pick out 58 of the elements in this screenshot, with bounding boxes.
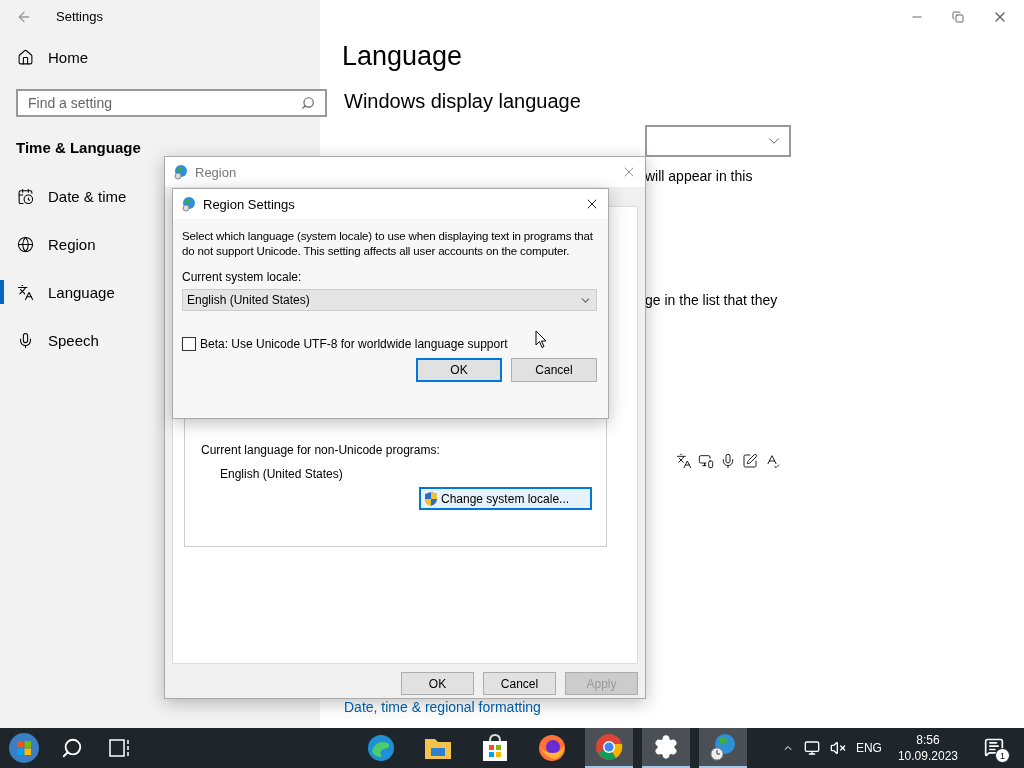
locale-value: English (United States) [220, 467, 344, 481]
globe-icon [17, 235, 34, 253]
display-icon [698, 453, 714, 469]
search-icon [301, 96, 315, 110]
microphone-icon [17, 331, 34, 349]
locale-label: Current system locale: [182, 270, 303, 284]
search-field[interactable]: Find a setting [16, 89, 327, 117]
dialog-title: Region Settings [203, 196, 295, 212]
notification-button[interactable]: 1 [982, 733, 1010, 763]
language-indicator[interactable]: ENG [855, 741, 882, 755]
chrome-circle-icon [594, 732, 624, 762]
language-dropdown[interactable] [645, 125, 791, 157]
globe-clock-icon [708, 732, 738, 762]
network-icon[interactable] [803, 740, 820, 756]
description-text: will appear in this [645, 168, 754, 184]
section-heading: Time & Language [16, 139, 142, 156]
dialog-button[interactable]: OK [401, 672, 474, 695]
mouse-cursor-icon [535, 330, 547, 349]
group-label: Current language for non-Unicode programs: [201, 443, 441, 457]
calendar-clock-icon [17, 187, 34, 205]
checkbox[interactable] [182, 337, 196, 351]
description-text: ge in the list that they [645, 292, 779, 308]
dialog-button[interactable]: Cancel [483, 672, 556, 695]
dialog-button[interactable]: OK [416, 358, 502, 382]
fox-globe-icon [537, 733, 567, 763]
dialog-button[interactable]: Cancel [511, 358, 597, 382]
globe-icon [181, 196, 197, 212]
notification-count: 1 [995, 748, 1010, 763]
volume-muted-icon[interactable] [829, 740, 846, 756]
windows-orb-icon [8, 732, 40, 764]
section-heading: Windows display language [344, 90, 582, 113]
home-icon [17, 48, 34, 66]
home-item[interactable]: Home [0, 33, 320, 81]
browser-swirl-icon [366, 733, 396, 763]
shield-icon [424, 490, 438, 507]
description-text: Select which language (system locale) to use when displaying text in programs that do not support Unicode. This setting affects all user accounts on the computer. [182, 229, 594, 259]
taskbar-app[interactable] [699, 728, 747, 768]
language-icon [17, 283, 34, 301]
task-view-icon [109, 739, 131, 757]
checkbox-label: Beta: Use Unicode UTF-8 for worldwide language support [200, 337, 508, 351]
search-icon [61, 737, 83, 759]
clock[interactable]: 8:56 10.09.2023 [897, 732, 958, 764]
shopping-bag-icon [481, 733, 509, 763]
change-locale-button[interactable]: Change system locale... [419, 487, 592, 510]
restore-icon[interactable] [952, 10, 964, 23]
locale-select[interactable]: English (United States) [182, 289, 597, 311]
window-title: Region [195, 164, 237, 180]
globe-icon [173, 164, 189, 180]
microphone-icon [720, 453, 736, 469]
spell-check-icon [764, 453, 780, 469]
settings-icon [653, 734, 679, 760]
page-title: Language [342, 41, 464, 72]
window-title: Settings [56, 9, 103, 24]
notification-icon [984, 737, 1004, 757]
formatting-link[interactable]: Date, time & regional formatting [344, 699, 541, 715]
taskbar-app[interactable] [642, 728, 690, 768]
pen-icon [742, 453, 758, 469]
language-icon [676, 453, 692, 469]
